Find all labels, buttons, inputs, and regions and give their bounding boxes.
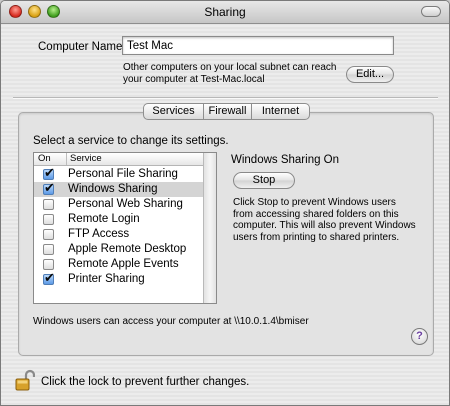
divider (13, 97, 438, 99)
service-checkbox[interactable] (43, 244, 54, 255)
windows-access-note: Windows users can access your computer a… (33, 316, 309, 327)
checkmark-icon: ✔ (44, 165, 55, 180)
tab-services[interactable]: Services (143, 103, 204, 120)
checkmark-icon: ✔ (44, 180, 55, 195)
service-name: Printer Sharing (68, 273, 145, 285)
lock-open-icon[interactable] (15, 369, 36, 391)
toolbar-toggle-button[interactable] (421, 6, 441, 17)
select-service-instruction: Select a service to change its settings. (33, 135, 229, 147)
service-name: Remote Apple Events (68, 258, 179, 270)
service-name: Personal Web Sharing (68, 198, 183, 210)
stop-description: Click Stop to prevent Windows users from… (233, 197, 416, 243)
service-row[interactable]: Remote Login (34, 212, 204, 227)
edit-button[interactable]: Edit... (346, 66, 394, 83)
service-checkbox[interactable] (43, 259, 54, 270)
window-title: Sharing (204, 5, 246, 19)
service-checkbox[interactable] (43, 229, 54, 240)
stop-button[interactable]: Stop (233, 172, 295, 189)
service-checkbox[interactable]: ✔ (43, 180, 55, 195)
services-list-scrollbar[interactable] (203, 153, 216, 303)
service-name: Apple Remote Desktop (68, 243, 187, 255)
title-bar[interactable]: Sharing (1, 1, 449, 24)
tab-bar: Services Firewall Internet (143, 103, 310, 120)
service-checkbox[interactable] (43, 214, 54, 225)
service-checkbox[interactable] (43, 199, 54, 210)
service-row[interactable]: ✔ Personal File Sharing (34, 165, 204, 182)
lock-note: Click the lock to prevent further change… (41, 376, 250, 388)
service-name: FTP Access (68, 228, 130, 240)
service-name: Personal File Sharing (68, 168, 178, 180)
sharing-window: Sharing Computer Name: Other computers o… (0, 0, 450, 406)
service-row[interactable]: ✔ Printer Sharing (34, 270, 204, 287)
column-header-on[interactable]: On (38, 153, 51, 164)
service-row[interactable]: ✔ Windows Sharing (34, 180, 204, 197)
service-checkbox[interactable]: ✔ (43, 270, 55, 285)
service-name: Remote Login (68, 213, 140, 225)
service-row[interactable]: FTP Access (34, 227, 204, 242)
help-button[interactable]: ? (411, 328, 428, 345)
subnet-note: Other computers on your local subnet can… (123, 62, 337, 85)
services-list[interactable]: On Service ✔ Personal File Sharing ✔ Window… (33, 152, 217, 304)
computer-name-field[interactable] (122, 36, 394, 55)
checkmark-icon: ✔ (44, 270, 55, 285)
service-status-title: Windows Sharing On (231, 154, 340, 166)
service-row[interactable]: Personal Web Sharing (34, 197, 204, 212)
tab-firewall[interactable]: Firewall (204, 103, 252, 120)
computer-name-label: Computer Name: (38, 41, 126, 53)
service-row[interactable]: Apple Remote Desktop (34, 242, 204, 257)
service-checkbox[interactable]: ✔ (43, 165, 55, 180)
services-list-header: On Service (34, 153, 204, 166)
column-header-service[interactable]: Service (66, 153, 102, 165)
tab-internet[interactable]: Internet (252, 103, 310, 120)
service-name: Windows Sharing (68, 183, 158, 195)
service-row[interactable]: Remote Apple Events (34, 257, 204, 272)
